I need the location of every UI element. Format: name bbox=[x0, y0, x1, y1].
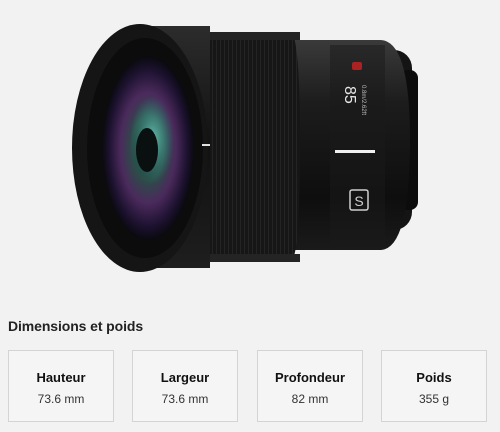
spec-value: 73.6 mm bbox=[161, 392, 209, 406]
mount-index-line bbox=[335, 150, 375, 153]
spec-label: Hauteur bbox=[36, 370, 86, 385]
spec-card-largeur: Largeur 73.6 mm bbox=[132, 350, 238, 422]
spec-label: Poids bbox=[416, 370, 452, 385]
aperture-marking: 0.8m/2.62ft bbox=[360, 85, 366, 115]
section-title: Dimensions et poids bbox=[8, 318, 144, 334]
focal-length-marking: 85 bbox=[341, 86, 358, 104]
spec-card-hauteur: Hauteur 73.6 mm bbox=[8, 350, 114, 422]
spec-card-poids: Poids 355 g bbox=[381, 350, 487, 422]
spec-value: 82 mm bbox=[291, 392, 329, 406]
spec-card-profondeur: Profondeur 82 mm bbox=[257, 350, 363, 422]
spec-label: Profondeur bbox=[274, 370, 346, 385]
spec-label: Largeur bbox=[160, 370, 210, 385]
lens-product-image: 85 0.8m/2.62ft S bbox=[72, 24, 418, 272]
series-badge: S bbox=[354, 193, 363, 209]
spec-value: 73.6 mm bbox=[37, 392, 85, 406]
spec-value: 355 g bbox=[418, 392, 450, 406]
